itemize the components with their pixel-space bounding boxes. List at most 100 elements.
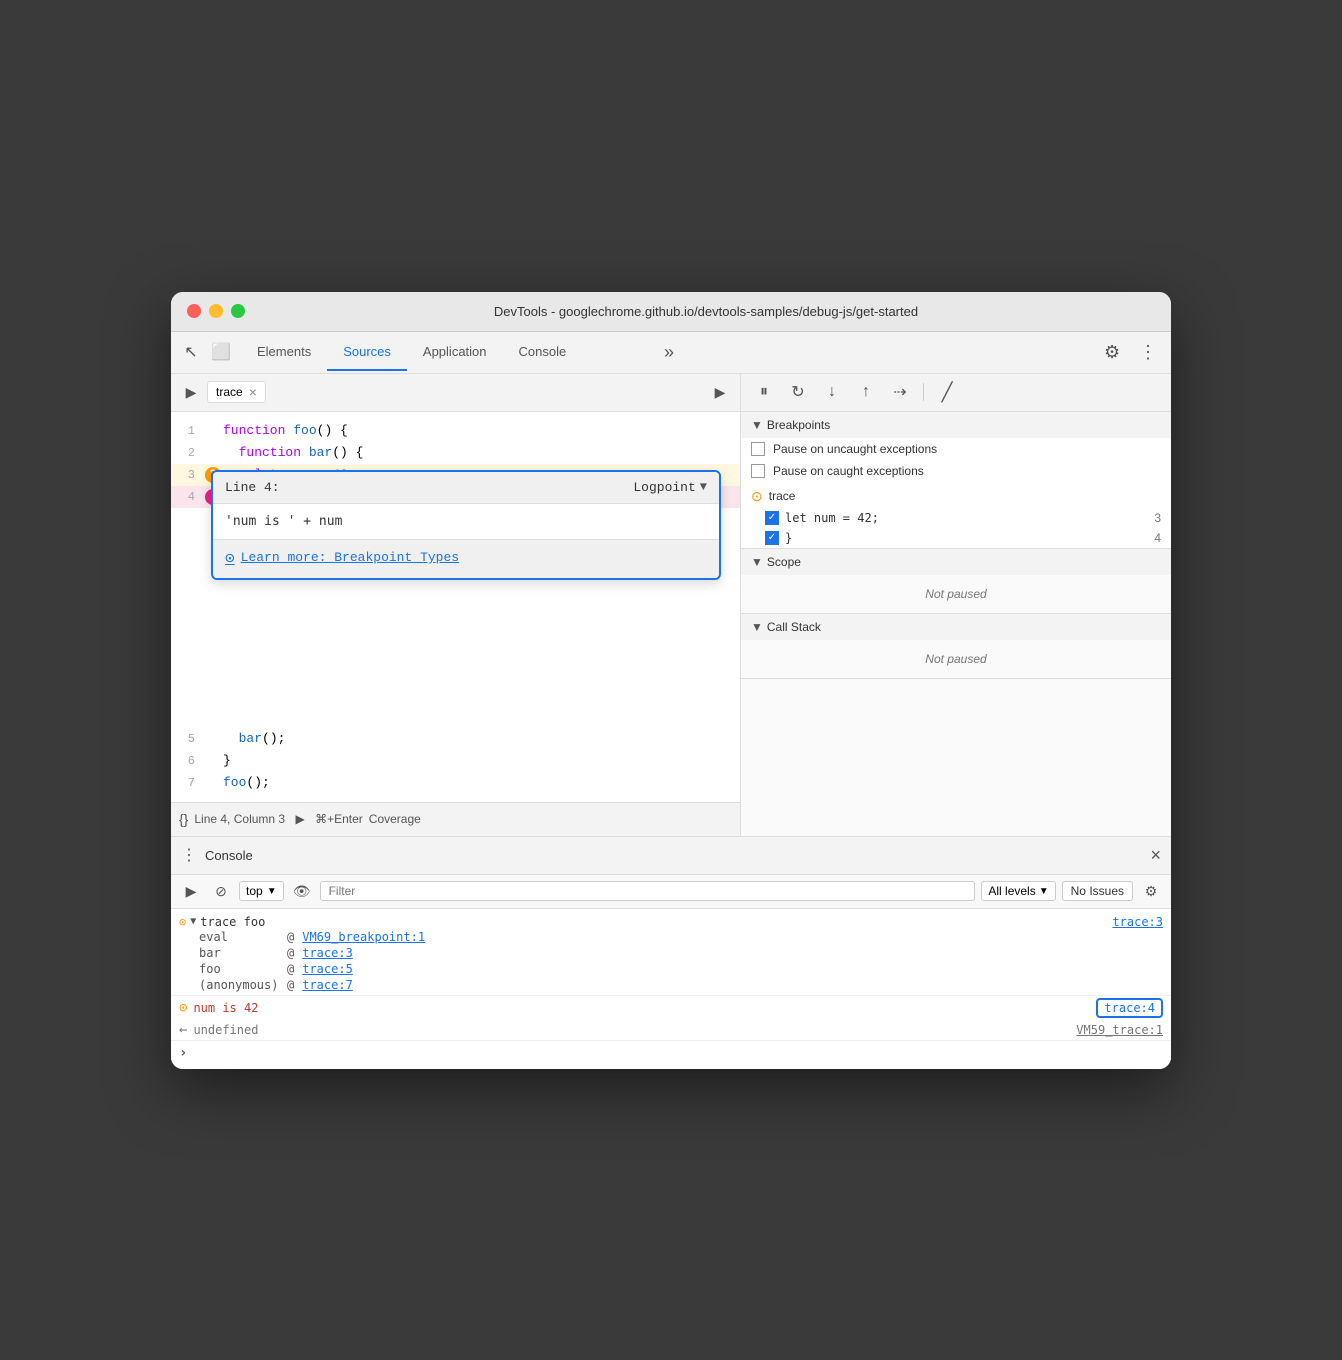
callstack-section: ▼ Call Stack Not paused	[741, 614, 1171, 679]
logpoint-input-area[interactable]	[213, 504, 719, 539]
scope-section: ▼ Scope Not paused	[741, 549, 1171, 614]
all-levels-button[interactable]: All levels ▼	[981, 881, 1055, 901]
trace-foo-link[interactable]: trace:5	[302, 962, 353, 976]
callstack-header[interactable]: ▼ Call Stack	[741, 614, 1171, 640]
trace-bar-label: bar	[199, 946, 279, 960]
code-editor[interactable]: 1 function foo() { 2 function bar() {	[171, 412, 740, 802]
debug-separator	[923, 383, 924, 401]
code-lines: 1 function foo() { 2 function bar() {	[171, 412, 740, 802]
bp-code-1: let num = 42;	[785, 511, 1148, 525]
run-button[interactable]: ▶	[291, 810, 309, 828]
step-into-icon[interactable]: ↓	[819, 379, 845, 405]
bp-checkbox-1[interactable]: ✓	[765, 511, 779, 525]
trace4-badge[interactable]: trace:4	[1096, 998, 1163, 1018]
devtools-window: DevTools - googlechrome.github.io/devtoo…	[171, 292, 1171, 1069]
more-options-icon[interactable]: ⋮	[1133, 337, 1163, 367]
logpoint-expression-input[interactable]	[225, 514, 707, 529]
num-is-text: num is 42	[193, 1001, 258, 1015]
console-menu-icon[interactable]: ⋮	[181, 845, 197, 865]
file-tab-name: trace	[216, 385, 243, 399]
no-issues-button[interactable]: No Issues	[1062, 881, 1133, 901]
settings-icon[interactable]: ⚙	[1097, 337, 1127, 367]
scope-title: Scope	[767, 555, 801, 569]
add-snippet-icon[interactable]: ▶	[708, 380, 732, 404]
no-issues-text: No Issues	[1071, 884, 1124, 898]
console-clear-icon[interactable]: ⊘	[209, 879, 233, 903]
scope-not-paused: Not paused	[925, 587, 986, 601]
section-collapse-icon: ▼	[751, 418, 763, 432]
coverage-label: Coverage	[369, 812, 421, 826]
tab-application[interactable]: Application	[407, 334, 503, 371]
tab-elements[interactable]: Elements	[241, 334, 327, 371]
toolbar-left: ▶ trace ×	[179, 380, 266, 404]
file-tab-close[interactable]: ×	[249, 384, 257, 400]
device-icon[interactable]: ⬜	[209, 340, 233, 364]
pause-icon[interactable]: ⏸	[751, 379, 777, 405]
line-num-6: 6	[171, 754, 203, 768]
levels-dropdown-icon: ▼	[1039, 886, 1049, 897]
logpoint-type-select[interactable]: Logpoint ▼	[633, 480, 707, 495]
code-line-2: 2 function bar() {	[171, 442, 740, 464]
console-content: ⊙ ▼ trace foo trace:3 eval @ VM69_breakp…	[171, 909, 1171, 1069]
trace-anon-link[interactable]: trace:7	[302, 978, 353, 992]
callstack-content: Not paused	[741, 640, 1171, 678]
console-filter-input[interactable]	[320, 881, 976, 901]
scope-collapse-icon: ▼	[751, 555, 763, 569]
logpoint-header: Line 4: Logpoint ▼	[213, 472, 719, 504]
step-out-icon[interactable]: ↑	[853, 379, 879, 405]
bp-checkbox-2[interactable]: ✓	[765, 531, 779, 545]
trace-stack-item-bar: bar @ trace:3	[199, 945, 1163, 961]
minimize-button[interactable]	[209, 304, 223, 318]
breakpoints-header[interactable]: ▼ Breakpoints	[741, 412, 1171, 438]
tab-console[interactable]: Console	[503, 334, 583, 371]
pause-caught-checkbox[interactable]	[751, 464, 765, 478]
scope-header[interactable]: ▼ Scope	[741, 549, 1171, 575]
console-repl-input[interactable]	[187, 1046, 1163, 1060]
console-toolbar: ▶ ⊘ top ▼ 👁 All levels ▼ No Issues ⚙	[171, 875, 1171, 909]
topbar: ↖ ⬜ Elements Sources Application Console…	[171, 332, 1171, 374]
trace-bar-link[interactable]: trace:3	[302, 946, 353, 960]
vm-ref-link[interactable]: VM59_trace:1	[1076, 1023, 1163, 1037]
cursor-icon[interactable]: ↖	[179, 340, 203, 364]
toolbar-right: ▶	[708, 380, 732, 404]
bp-line-1: 3	[1154, 511, 1161, 525]
logpoint-popup: Line 4: Logpoint ▼	[211, 470, 721, 580]
line-num-4: 4	[171, 490, 203, 504]
tab-sources[interactable]: Sources	[327, 334, 407, 371]
all-levels-text: All levels	[988, 884, 1035, 898]
output-entry-icon: ⊙	[179, 1000, 187, 1016]
deactivate-breakpoints-icon[interactable]: ╱	[934, 379, 960, 405]
console-eye-icon[interactable]: 👁	[290, 879, 314, 903]
scope-content: Not paused	[741, 575, 1171, 613]
console-context-selector[interactable]: top ▼	[239, 881, 284, 901]
more-tabs-icon[interactable]: »	[656, 334, 682, 371]
trace-ref[interactable]: trace:3	[1112, 915, 1163, 929]
console-run-icon[interactable]: ▶	[179, 879, 203, 903]
main-content: ▶ trace × ▶ 1	[171, 374, 1171, 836]
fullscreen-button[interactable]	[231, 304, 245, 318]
file-tab[interactable]: trace ×	[207, 381, 266, 403]
toggle-sidebar-icon[interactable]: ▶	[179, 380, 203, 404]
breakpoints-title: Breakpoints	[767, 418, 830, 432]
trace-group-header[interactable]: ⊙ ▼ trace foo trace:3	[179, 915, 1163, 929]
trace-eval-link[interactable]: VM69_breakpoint:1	[302, 930, 425, 944]
logpoint-line-label: Line 4:	[225, 480, 633, 495]
pause-uncaught-checkbox[interactable]	[751, 442, 765, 456]
trace-at-label-4: @	[287, 978, 294, 992]
trace-at-label: @	[287, 930, 294, 944]
logpoint-footer: ⊙ Learn more: Breakpoint Types	[213, 539, 719, 578]
continue-icon[interactable]: ⇢	[887, 379, 913, 405]
step-over-icon[interactable]: ↻	[785, 379, 811, 405]
console-output-undefined: ← undefined VM59_trace:1	[171, 1020, 1171, 1040]
trace-foo-label: foo	[199, 962, 279, 976]
trace-ref-link[interactable]: trace:3	[1112, 915, 1163, 929]
console-settings-icon[interactable]: ⚙	[1139, 879, 1163, 903]
code-line-6: 6 }	[171, 750, 740, 772]
close-button[interactable]	[187, 304, 201, 318]
learn-more-link[interactable]: ⊙ Learn more: Breakpoint Types	[225, 548, 707, 568]
console-output-left: ⊙ num is 42	[179, 1000, 258, 1016]
pause-caught-label: Pause on caught exceptions	[773, 464, 924, 478]
braces-icon: {}	[179, 811, 188, 827]
trace-stack-lines: eval @ VM69_breakpoint:1 bar @ trace:3 f…	[179, 929, 1163, 993]
console-close-icon[interactable]: ×	[1150, 845, 1161, 866]
